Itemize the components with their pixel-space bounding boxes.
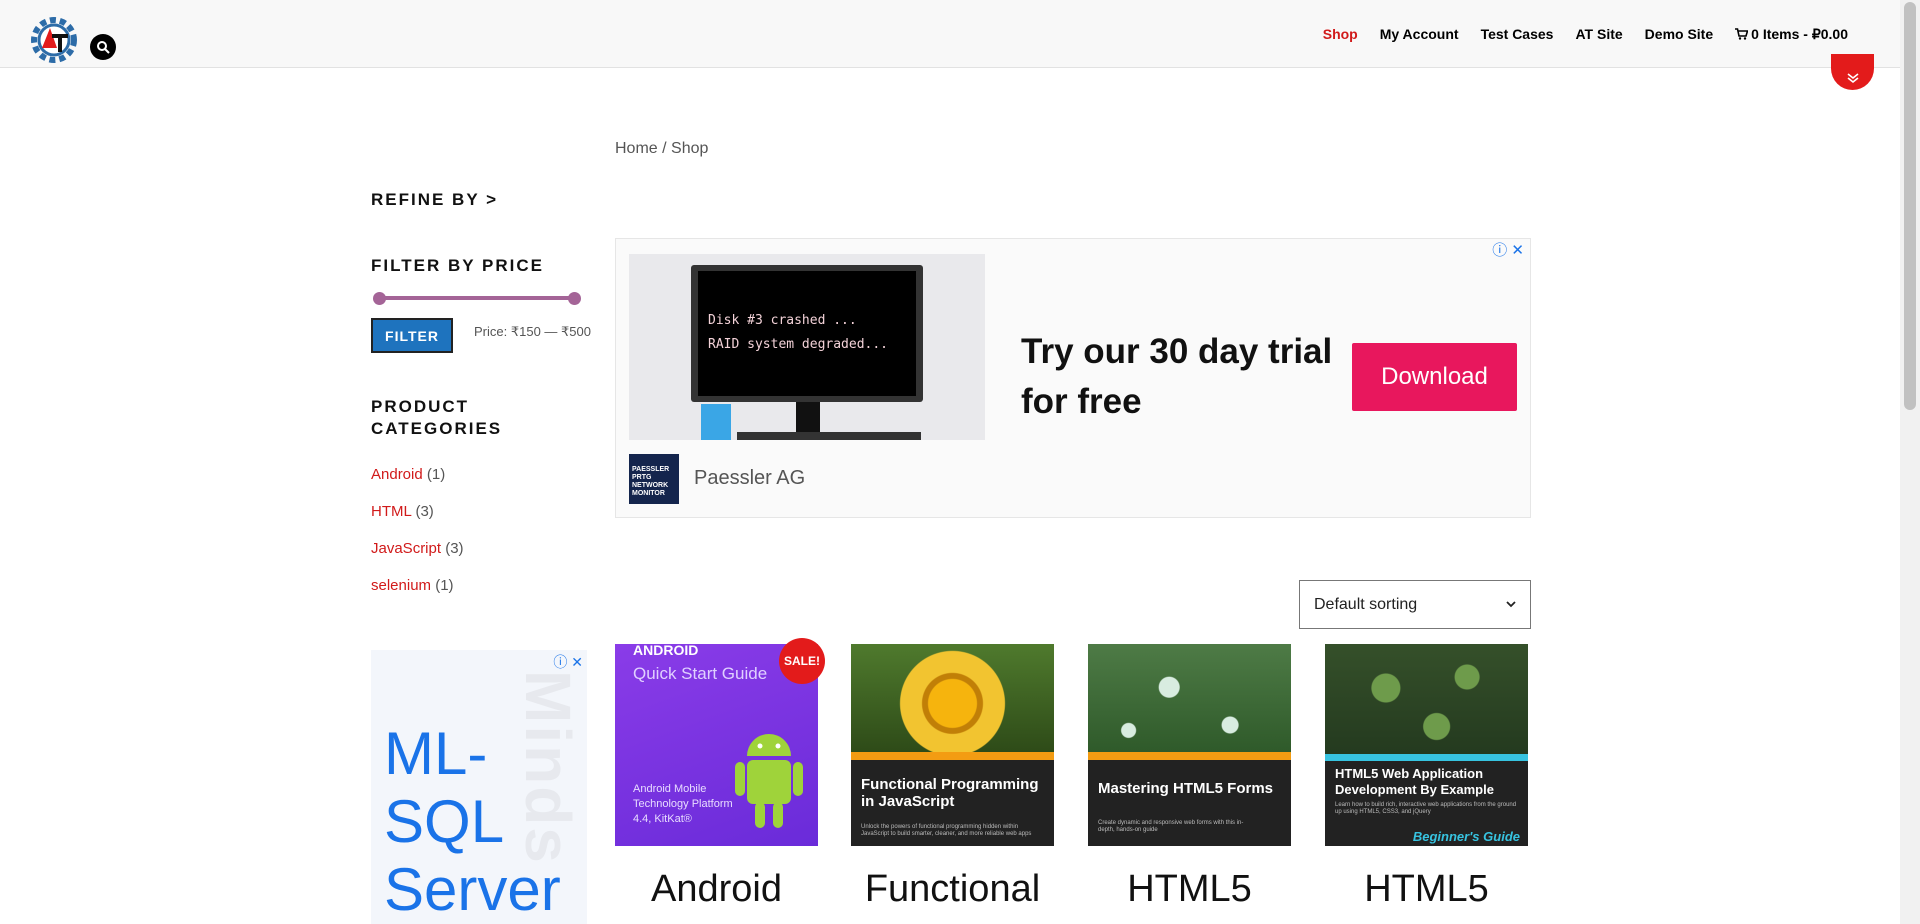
cover-photo: [1325, 644, 1528, 754]
screen-line: Disk #3 crashed ...: [708, 313, 857, 328]
filter-button[interactable]: FILTER: [371, 318, 453, 353]
product-title[interactable]: Android: [585, 868, 848, 911]
category-link-selenium[interactable]: selenium: [371, 577, 431, 594]
category-count: (1): [435, 577, 454, 594]
product-categories-heading: PRODUCT CATEGORIES: [371, 397, 503, 438]
monitor-screen: Disk #3 crashed ... RAID system degraded…: [698, 271, 916, 396]
cover-title: Mastering HTML5 Forms: [1098, 780, 1274, 797]
breadcrumb-current: Shop: [671, 140, 709, 157]
list-item: JavaScript (3): [371, 540, 464, 577]
cover-text: Android Mobile Technology Platform 4.4, …: [633, 783, 733, 825]
cover-bar: [851, 752, 1054, 760]
cover-subtitle: Learn how to build rich, interactive web…: [1335, 802, 1517, 815]
advertiser-logo: PAESSLER PRTG NETWORK MONITOR: [629, 454, 679, 504]
product-image[interactable]: Mastering HTML5 Forms Create dynamic and…: [1088, 644, 1291, 846]
breadcrumb-separator: /: [657, 140, 672, 157]
cover-subtitle: Unlock the powers of functional programm…: [861, 824, 1032, 837]
nav-at-site[interactable]: AT Site: [1575, 26, 1622, 43]
ad-download-button[interactable]: Download: [1352, 343, 1517, 411]
price-slider-track: [379, 296, 575, 300]
cover-bar: [1325, 754, 1528, 761]
product-image[interactable]: HTML5 Web Application Development By Exa…: [1325, 644, 1528, 846]
breadcrumb-home[interactable]: Home: [615, 140, 658, 157]
monitor-graphic: Disk #3 crashed ... RAID system degraded…: [691, 265, 923, 402]
category-link-javascript[interactable]: JavaScript: [371, 540, 441, 557]
product-image[interactable]: Functional Programming in JavaScript Unl…: [851, 644, 1054, 846]
list-item: Android (1): [371, 466, 464, 503]
cover-photo: [851, 644, 1054, 752]
cover-title: Functional Programming in JavaScript: [861, 776, 1039, 810]
cover-text: ANDROID: [633, 644, 699, 658]
mug-graphic: [701, 404, 731, 440]
cart-summary: 0 Items - ₽0.00: [1751, 26, 1848, 42]
list-item: HTML (3): [371, 503, 464, 540]
cover-photo: [1088, 644, 1291, 752]
nav-demo-site[interactable]: Demo Site: [1645, 26, 1713, 43]
ad-choices-icon[interactable]: ⓘ ✕: [1492, 239, 1524, 260]
scrollbar-thumb[interactable]: [1904, 2, 1916, 410]
category-count: (3): [445, 540, 464, 557]
page-scrollbar[interactable]: [1900, 0, 1920, 924]
refine-by-heading[interactable]: REFINE BY >: [371, 190, 498, 210]
screen-line: RAID system degraded...: [708, 337, 889, 352]
scroll-down-button[interactable]: [1831, 54, 1874, 90]
banner-ad[interactable]: ⓘ ✕ Disk #3 crashed ... RAID system degr…: [615, 238, 1531, 518]
price-slider[interactable]: [373, 292, 581, 305]
product-card[interactable]: ANDROID Quick Start Guide Android Mobile…: [615, 638, 825, 910]
nav-cart[interactable]: 0 Items - ₽0.00: [1735, 26, 1848, 43]
double-chevron-down-icon: [1847, 73, 1858, 84]
chevron-down-icon: [1506, 601, 1516, 608]
android-robot-icon: [735, 734, 803, 828]
cover-text: Quick Start Guide: [633, 664, 768, 683]
search-button[interactable]: [90, 34, 116, 60]
sale-badge: SALE!: [779, 638, 825, 684]
filter-by-price-heading: FILTER BY PRICE: [371, 256, 544, 275]
product-title[interactable]: Functional: [821, 868, 1084, 911]
search-icon: [97, 41, 110, 54]
category-link-android[interactable]: Android: [371, 466, 423, 483]
sort-selected-value: Default sorting: [1314, 595, 1418, 613]
main-nav: Shop My Account Test Cases AT Site Demo …: [1323, 26, 1848, 43]
product-title[interactable]: HTML5: [1295, 868, 1558, 911]
cover-title: HTML5 Web Application Development By Exa…: [1335, 766, 1494, 797]
category-count: (3): [415, 503, 434, 520]
product-card[interactable]: Mastering HTML5 Forms Create dynamic and…: [1088, 644, 1291, 910]
cover-subtitle: Create dynamic and responsive web forms …: [1098, 820, 1244, 833]
list-item: selenium (1): [371, 577, 464, 614]
product-card[interactable]: HTML5 Web Application Development By Exa…: [1325, 644, 1528, 910]
sidebar-ad[interactable]: Minds ⓘ ✕ ML-SQL Server: [371, 650, 587, 924]
keyboard-graphic: [737, 432, 921, 440]
ad-image: Disk #3 crashed ... RAID system degraded…: [629, 254, 985, 440]
ad-choices-icon[interactable]: ⓘ ✕: [553, 652, 583, 672]
cart-icon: [1735, 28, 1749, 40]
product-title[interactable]: HTML5: [1058, 868, 1321, 911]
price-range-label: Price: ₹150 — ₹500: [474, 324, 591, 339]
category-list: Android (1) HTML (3) JavaScript (3) sele…: [371, 466, 464, 614]
sort-select[interactable]: Default sorting: [1299, 580, 1531, 629]
nav-my-account[interactable]: My Account: [1380, 26, 1459, 43]
nav-test-cases[interactable]: Test Cases: [1481, 26, 1554, 43]
ad-headline[interactable]: Try our 30 day trial for free: [1021, 327, 1341, 427]
cover-guide-label: Beginner's Guide: [1412, 829, 1520, 844]
product-card[interactable]: Functional Programming in JavaScript Unl…: [851, 644, 1054, 910]
price-slider-max-handle[interactable]: [568, 292, 581, 305]
advertiser-name[interactable]: Paessler AG: [694, 467, 805, 490]
price-slider-min-handle[interactable]: [373, 292, 386, 305]
cover-bar: [1088, 752, 1291, 760]
site-header: Shop My Account Test Cases AT Site Demo …: [0, 0, 1900, 68]
category-count: (1): [426, 466, 446, 483]
site-logo[interactable]: [28, 14, 80, 66]
monitor-stand: [796, 402, 820, 432]
sidebar-ad-text: ML-SQL Server: [384, 720, 561, 923]
breadcrumb: Home / Shop: [615, 140, 708, 158]
nav-shop[interactable]: Shop: [1323, 26, 1358, 43]
category-link-html[interactable]: HTML: [371, 503, 411, 520]
